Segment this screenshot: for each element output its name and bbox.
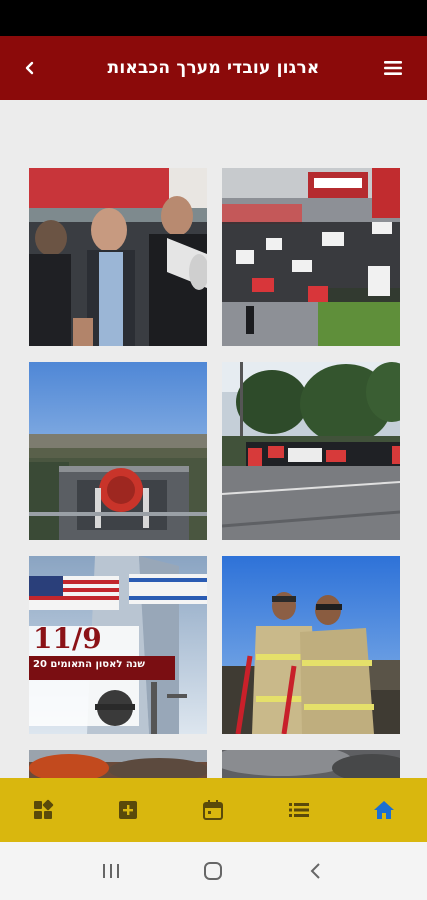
calendar-icon: [203, 800, 224, 820]
memorial-date-text: 11/9: [33, 622, 102, 655]
back-arrow-icon: [310, 863, 320, 879]
list-icon: [288, 803, 309, 817]
photo-firefighters-sit-in[interactable]: [222, 168, 400, 346]
photo-partial-fire[interactable]: [29, 750, 207, 778]
photo-two-firefighters[interactable]: [222, 556, 400, 734]
photo-9-11-memorial[interactable]: 11/9 20 שנה לאסון התאומים: [29, 556, 207, 734]
menu-button[interactable]: [377, 52, 409, 84]
nav-calendar-button[interactable]: [188, 785, 238, 835]
add-box-icon: [119, 801, 138, 819]
recent-apps-button[interactable]: [91, 851, 131, 891]
recent-apps-icon: [103, 864, 120, 878]
back-button[interactable]: [14, 52, 46, 84]
nav-home-button[interactable]: [359, 785, 409, 835]
nav-add-button[interactable]: [103, 785, 153, 835]
photo-rooftop-siren[interactable]: [29, 362, 207, 540]
nav-grid-button[interactable]: [18, 785, 68, 835]
home-system-button[interactable]: [193, 851, 233, 891]
system-navigation-bar: [0, 842, 427, 900]
nav-list-button[interactable]: [274, 785, 324, 835]
app-header: ארגון עובדי מערך הכבאות: [0, 36, 427, 100]
chevron-left-icon: [25, 61, 34, 75]
memorial-caption: 20 שנה לאסון התאומים: [33, 659, 145, 670]
home-circle-icon: [204, 862, 223, 880]
photo-partial-smoke[interactable]: [222, 750, 400, 778]
page-title: ארגון עובדי מערך הכבאות: [107, 58, 320, 78]
gallery-grid[interactable]: 11/9 20 שנה לאסון התאומים: [0, 100, 427, 778]
bottom-navigation: [0, 778, 427, 842]
back-system-button[interactable]: [296, 851, 336, 891]
home-icon: [374, 801, 395, 819]
photo-protest-megaphone[interactable]: [29, 168, 207, 346]
hamburger-menu-icon: [384, 61, 402, 75]
status-bar: [0, 0, 427, 36]
photo-roadside-protest[interactable]: [222, 362, 400, 540]
grid-icon: [33, 799, 53, 819]
